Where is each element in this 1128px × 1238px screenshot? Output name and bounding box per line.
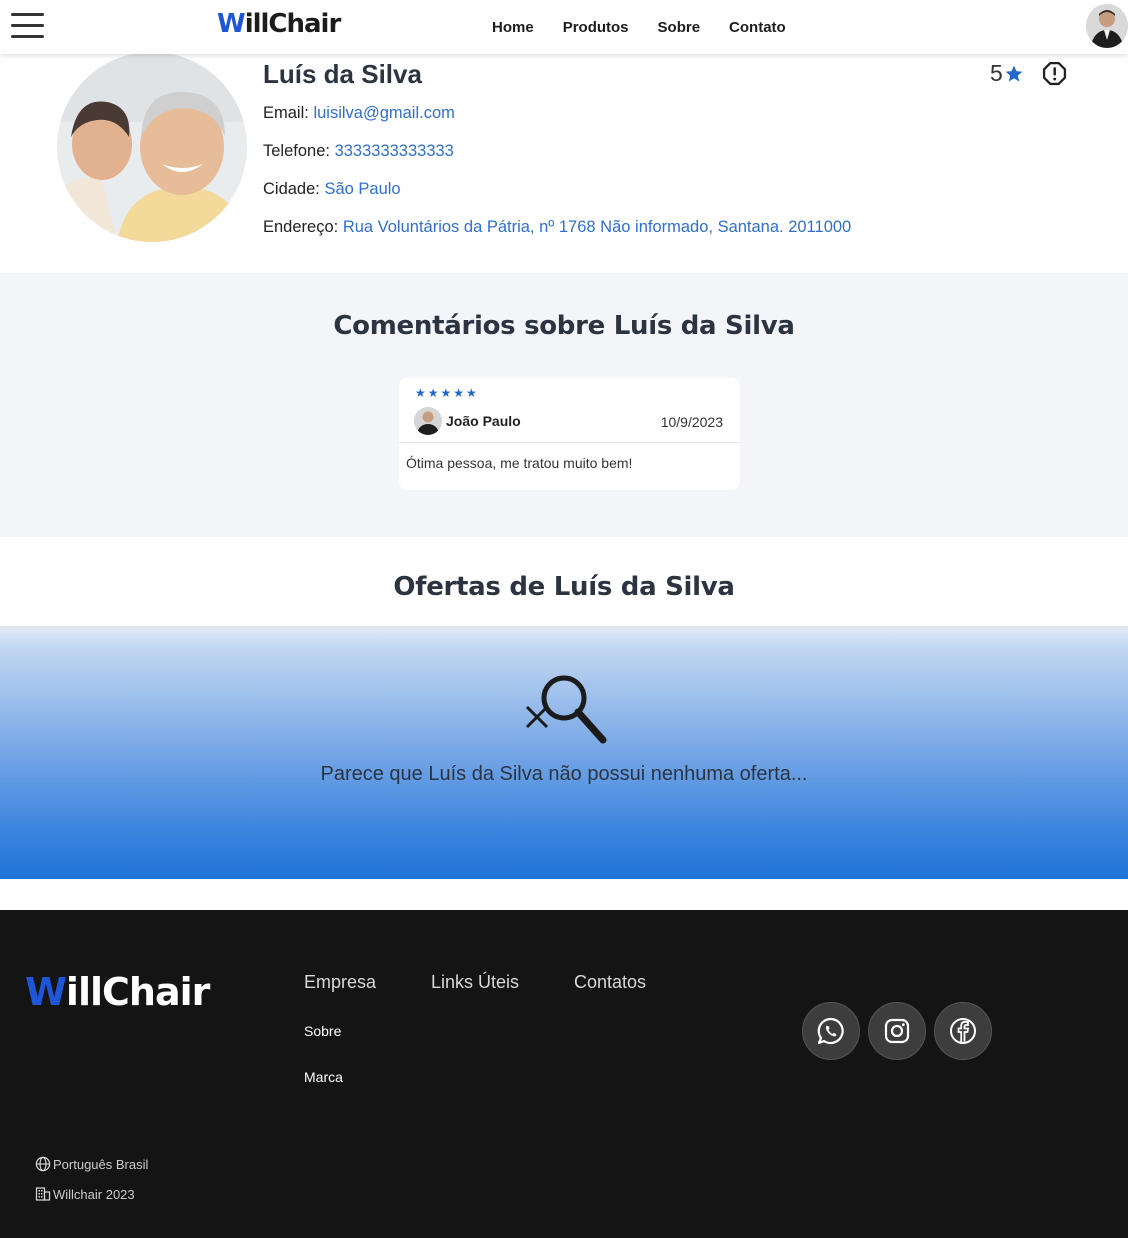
nav-link-sobre[interactable]: Sobre bbox=[658, 19, 701, 36]
footer-col-contatos: Contatos bbox=[574, 972, 647, 992]
rating-number: 5 bbox=[990, 60, 1003, 86]
willchair-logo[interactable]: WillChair bbox=[217, 9, 341, 39]
nav-link-home[interactable]: Home bbox=[492, 19, 534, 36]
building-icon bbox=[35, 1187, 51, 1201]
globe-icon bbox=[35, 1156, 51, 1172]
top-navbar: WillChair Home Produtos Sobre Contato bbox=[0, 0, 1128, 54]
main-nav: Home Produtos Sobre Contato bbox=[492, 19, 786, 36]
address-row: Endereço: Rua Voluntários da Pátria, nº … bbox=[263, 218, 851, 237]
nav-link-produtos[interactable]: Produtos bbox=[563, 19, 629, 36]
city-label: Cidade: bbox=[263, 180, 320, 198]
search-off-icon bbox=[523, 670, 609, 748]
nav-link-contato[interactable]: Contato bbox=[729, 19, 786, 36]
profile-name: Luís da Silva bbox=[263, 59, 422, 89]
comment-date: 10/9/2023 bbox=[660, 414, 723, 430]
comment-author[interactable]: João Paulo bbox=[446, 413, 521, 429]
comment-stars: ★★★★★ bbox=[415, 386, 479, 400]
address-label: Endereço: bbox=[263, 218, 339, 236]
phone-label: Telefone: bbox=[263, 142, 330, 160]
email-row: Email: luisilva@gmail.com bbox=[263, 104, 455, 123]
commenter-avatar[interactable] bbox=[414, 407, 442, 435]
copyright-text: Willchair 2023 bbox=[53, 1186, 135, 1202]
hamburger-menu-icon[interactable] bbox=[11, 13, 44, 39]
comment-divider bbox=[399, 442, 740, 443]
comment-text: Ótima pessoa, me tratou muito bem! bbox=[406, 455, 633, 471]
facebook-icon[interactable] bbox=[934, 1002, 992, 1060]
footer-col-empresa: Empresa bbox=[304, 972, 377, 992]
comments-section: Comentários sobre Luís da Silva ★★★★★ Jo… bbox=[0, 273, 1128, 537]
comments-title: Comentários sobre Luís da Silva bbox=[333, 311, 795, 341]
city-value: São Paulo bbox=[324, 180, 401, 198]
footer: WillChair Empresa Links Úteis Contatos S… bbox=[0, 910, 1128, 1238]
language-label: Português Brasil bbox=[53, 1156, 149, 1172]
user-avatar[interactable] bbox=[1086, 4, 1128, 48]
footer-link-marca[interactable]: Marca bbox=[304, 1069, 343, 1085]
rating-value: 5 bbox=[990, 60, 1024, 87]
email-label: Email: bbox=[263, 104, 309, 122]
footer-logo[interactable]: WillChair bbox=[25, 970, 210, 1014]
footer-link-sobre[interactable]: Sobre bbox=[304, 1023, 341, 1039]
phone-row: Telefone: 3333333333333 bbox=[263, 142, 454, 161]
whatsapp-icon[interactable] bbox=[802, 1002, 860, 1060]
copyright: Willchair 2023 bbox=[35, 1186, 135, 1202]
email-value[interactable]: luisilva@gmail.com bbox=[313, 104, 454, 122]
city-row: Cidade: São Paulo bbox=[263, 180, 401, 199]
comment-card: ★★★★★ João Paulo 10/9/2023 Ótima pessoa,… bbox=[399, 378, 740, 490]
phone-value[interactable]: 3333333333333 bbox=[335, 142, 454, 160]
address-value: Rua Voluntários da Pátria, nº 1768 Não i… bbox=[342, 218, 852, 236]
offers-empty-state: Parece que Luís da Silva não possui nenh… bbox=[0, 626, 1128, 879]
star-icon bbox=[1005, 65, 1023, 81]
empty-offers-message: Parece que Luís da Silva não possui nenh… bbox=[320, 763, 808, 785]
footer-col-links-uteis: Links Úteis bbox=[431, 972, 520, 992]
language-selector[interactable]: Português Brasil bbox=[35, 1156, 148, 1172]
profile-photo bbox=[57, 52, 247, 242]
instagram-icon[interactable] bbox=[868, 1002, 926, 1060]
report-alert-icon[interactable] bbox=[1042, 61, 1067, 86]
offers-title: Ofertas de Luís da Silva bbox=[393, 572, 735, 602]
